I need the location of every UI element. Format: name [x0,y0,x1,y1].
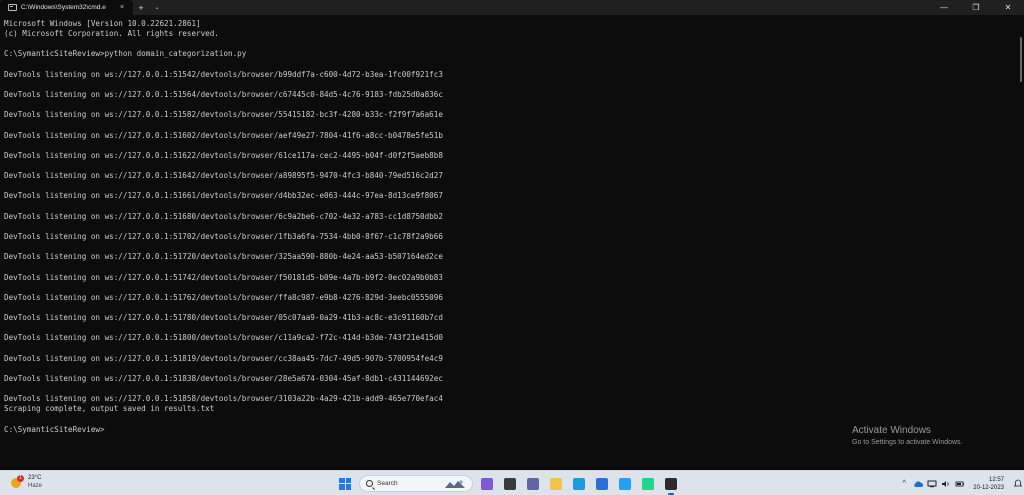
vscode-taskbar-button[interactable] [616,475,634,493]
console-line: DevTools listening on ws://127.0.0.1:517… [4,313,443,323]
weather-icon: 1 [10,475,24,489]
windows-logo-icon [339,477,351,490]
activate-windows-watermark: Activate Windows Go to Settings to activ… [852,424,963,449]
activate-subtitle: Go to Settings to activate Windows. [852,439,963,446]
task-view-taskbar-button[interactable] [501,475,519,493]
console-line: DevTools listening on ws://127.0.0.1:516… [4,150,443,160]
clock-time: 12:57 [988,476,1004,483]
console-line: DevTools listening on ws://127.0.0.1:517… [4,252,443,262]
new-tab-button[interactable]: + [133,0,149,15]
edge-taskbar-button[interactable] [570,475,588,493]
teams-chat-taskbar-button[interactable] [524,475,542,493]
console-line: DevTools listening on ws://127.0.0.1:517… [4,292,443,302]
system-tray: ^ 12:57 20-12-2023 [897,471,1024,495]
tab-dropdown-button[interactable]: ⌄ [149,0,165,15]
tab-cmd[interactable]: C:\Windows\System32\cmd.e × [0,0,133,15]
pycharm-taskbar-button[interactable] [639,475,657,493]
file-explorer-icon [550,477,562,490]
console-line: DevTools listening on ws://127.0.0.1:516… [4,211,443,221]
terminal-taskbar-button[interactable] [662,475,680,495]
activate-title: Activate Windows [852,425,931,436]
taskbar: 1 23°C Haze Search ^ 12:57 20-12-2023 [0,470,1024,495]
taskbar-apps: Search [336,474,680,495]
tab-title: C:\Windows\System32\cmd.e [21,4,106,11]
console-line: DevTools listening on ws://127.0.0.1:518… [4,333,443,343]
search-icon [366,480,373,487]
terminal-icon [665,477,677,490]
clock[interactable]: 12:57 20-12-2023 [973,476,1004,492]
console-output[interactable]: Microsoft Windows [Version 10.0.22621.28… [4,19,1004,467]
console-line: (c) Microsoft Corporation. All rights re… [4,29,219,39]
file-explorer-taskbar-button[interactable] [547,475,565,493]
battery-icon[interactable] [953,471,967,495]
window-controls: — ❐ ✕ [928,0,1024,15]
teams-chat-icon [527,477,539,490]
console-line: DevTools listening on ws://127.0.0.1:515… [4,110,443,120]
copilot-taskbar-button[interactable] [478,475,496,493]
notification-badge: 1 [17,475,24,482]
scrollbar-thumb[interactable] [1020,37,1022,82]
copilot-icon [481,477,493,490]
task-view-icon [504,477,516,490]
microsoft-store-icon [596,477,608,490]
edge-icon [573,477,585,490]
title-bar: C:\Windows\System32\cmd.e × + ⌄ — ❐ ✕ [0,0,1024,15]
start-button[interactable] [336,475,354,493]
console-line: DevTools listening on ws://127.0.0.1:515… [4,69,443,79]
taskbar-search[interactable]: Search [359,475,473,492]
console-line: DevTools listening on ws://127.0.0.1:517… [4,231,443,241]
vscode-icon [619,477,631,490]
minimize-button[interactable]: — [928,0,960,15]
weather-condition: Haze [28,483,43,489]
weather-temperature: 23°C [28,475,42,481]
vertical-scrollbar[interactable] [1018,17,1024,467]
search-label: Search [377,480,398,487]
pycharm-icon [642,477,654,490]
notification-center-icon[interactable] [1012,471,1024,495]
show-hidden-icons-button[interactable]: ^ [897,471,911,495]
console-line: C:\SymanticSiteReview>python domain_cate… [4,49,247,59]
maximize-button[interactable]: ❐ [960,0,992,15]
console-line: DevTools listening on ws://127.0.0.1:515… [4,89,443,99]
network-icon[interactable] [925,471,939,495]
search-highlight-icon [445,480,465,488]
console-line: DevTools listening on ws://127.0.0.1:517… [4,272,443,282]
console-line: DevTools listening on ws://127.0.0.1:516… [4,130,443,140]
console-line: Microsoft Windows [Version 10.0.22621.28… [4,19,201,28]
console-line: DevTools listening on ws://127.0.0.1:516… [4,191,443,201]
microsoft-store-taskbar-button[interactable] [593,475,611,493]
volume-icon[interactable] [939,471,953,495]
console-line: DevTools listening on ws://127.0.0.1:518… [4,394,443,404]
weather-widget[interactable]: 1 23°C Haze [10,474,42,490]
close-window-button[interactable]: ✕ [992,0,1024,15]
terminal-icon [8,4,17,11]
clock-date: 20-12-2023 [973,484,1004,491]
close-tab-icon[interactable]: × [120,4,124,11]
console-line: DevTools listening on ws://127.0.0.1:518… [4,353,443,363]
console-line: Scraping complete, output saved in resul… [4,404,215,414]
console-line: DevTools listening on ws://127.0.0.1:516… [4,171,443,181]
onedrive-icon[interactable] [911,471,925,495]
console-line: DevTools listening on ws://127.0.0.1:518… [4,373,443,383]
